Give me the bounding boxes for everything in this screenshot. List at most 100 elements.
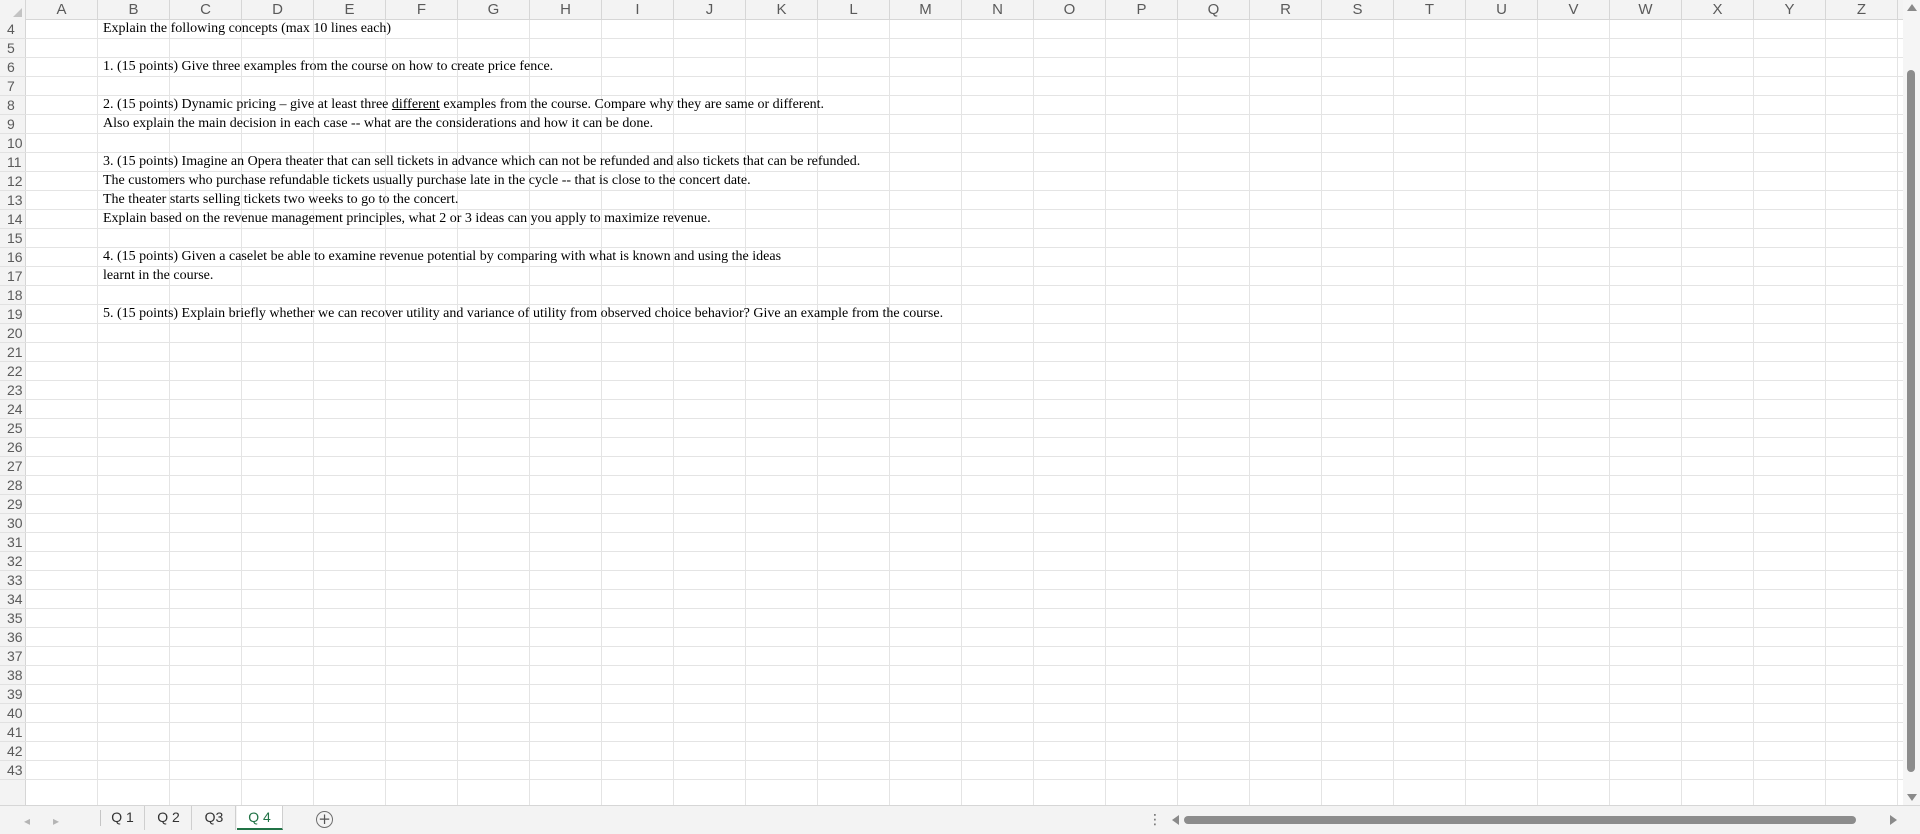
row-header-10[interactable]: 10: [0, 134, 26, 153]
column-header-o[interactable]: O: [1034, 0, 1106, 20]
column-header-z[interactable]: Z: [1826, 0, 1898, 20]
row-header-37[interactable]: 37: [0, 647, 26, 666]
column-header-y[interactable]: Y: [1754, 0, 1826, 20]
row-header-17[interactable]: 17: [0, 267, 26, 286]
cell-b19[interactable]: 5. (15 points) Explain briefly whether w…: [103, 305, 943, 323]
column-header-s[interactable]: S: [1322, 0, 1394, 20]
scroll-right-icon[interactable]: [1890, 815, 1897, 825]
grid-line: [26, 513, 1903, 514]
row-header-24[interactable]: 24: [0, 400, 26, 419]
cell-b9[interactable]: Also explain the main decision in each c…: [103, 115, 653, 133]
column-header-k[interactable]: K: [746, 0, 818, 20]
row-header-13[interactable]: 13: [0, 191, 26, 210]
row-header-34[interactable]: 34: [0, 590, 26, 609]
row-header-11[interactable]: 11: [0, 153, 26, 172]
next-sheet-icon[interactable]: ▸: [53, 814, 59, 828]
row-header-20[interactable]: 20: [0, 324, 26, 343]
row-header-23[interactable]: 23: [0, 381, 26, 400]
column-header-g[interactable]: G: [458, 0, 530, 20]
row-header-22[interactable]: 22: [0, 362, 26, 381]
row-header-14[interactable]: 14: [0, 210, 26, 229]
scroll-down-icon[interactable]: [1907, 794, 1917, 801]
row-header-29[interactable]: 29: [0, 495, 26, 514]
column-header-w[interactable]: W: [1610, 0, 1682, 20]
select-all-corner[interactable]: [0, 0, 26, 20]
cell-b8[interactable]: 2. (15 points) Dynamic pricing – give at…: [103, 96, 824, 114]
cell-b16[interactable]: 4. (15 points) Given a caselet be able t…: [103, 248, 781, 266]
column-header-u[interactable]: U: [1466, 0, 1538, 20]
column-header-h[interactable]: H: [530, 0, 602, 20]
row-header-42[interactable]: 42: [0, 742, 26, 761]
row-header-31[interactable]: 31: [0, 533, 26, 552]
column-header-m[interactable]: M: [890, 0, 962, 20]
row-header-19[interactable]: 19: [0, 305, 26, 324]
row-header-21[interactable]: 21: [0, 343, 26, 362]
column-header-c[interactable]: C: [170, 0, 242, 20]
sheet-tab-q2[interactable]: Q 2: [146, 806, 192, 830]
column-header-b[interactable]: B: [98, 0, 170, 20]
row-header-28[interactable]: 28: [0, 476, 26, 495]
cell-b13[interactable]: The theater starts selling tickets two w…: [103, 191, 458, 209]
column-header-n[interactable]: N: [962, 0, 1034, 20]
row-header-32[interactable]: 32: [0, 552, 26, 571]
spreadsheet-grid[interactable]: ABCDEFGHIJKLMNOPQRSTUVWXYZ 4 5 6 7 8 9 10 11 12 1…: [0, 0, 1903, 805]
cell-b11[interactable]: 3. (15 points) Imagine an Opera theater …: [103, 153, 860, 171]
row-header-38[interactable]: 38: [0, 666, 26, 685]
cell-b14[interactable]: Explain based on the revenue management …: [103, 210, 711, 228]
sheet-tab-q3[interactable]: Q3: [193, 806, 236, 830]
row-header-43[interactable]: 43: [0, 761, 26, 780]
column-header-j[interactable]: J: [674, 0, 746, 20]
column-header-e[interactable]: E: [314, 0, 386, 20]
column-header-p[interactable]: P: [1106, 0, 1178, 20]
column-header-t[interactable]: T: [1394, 0, 1466, 20]
scroll-left-icon[interactable]: [1172, 815, 1179, 825]
grid-line: [26, 608, 1903, 609]
column-header-r[interactable]: R: [1250, 0, 1322, 20]
column-header-f[interactable]: F: [386, 0, 458, 20]
column-header-a[interactable]: A: [26, 0, 98, 20]
row-header-8[interactable]: 8: [0, 96, 26, 115]
row-header-35[interactable]: 35: [0, 609, 26, 628]
column-header-l[interactable]: L: [818, 0, 890, 20]
grid-line: [26, 722, 1903, 723]
vertical-scrollbar[interactable]: [1903, 0, 1920, 805]
sheet-tab-q1[interactable]: Q 1: [101, 806, 145, 830]
row-header-9[interactable]: 9: [0, 115, 26, 134]
row-header-33[interactable]: 33: [0, 571, 26, 590]
column-header-i[interactable]: I: [602, 0, 674, 20]
cell-b17[interactable]: learnt in the course.: [103, 267, 213, 285]
grid-line: [26, 627, 1903, 628]
row-header-25[interactable]: 25: [0, 419, 26, 438]
row-header-41[interactable]: 41: [0, 723, 26, 742]
horizontal-scroll-thumb[interactable]: [1184, 816, 1856, 824]
add-sheet-icon[interactable]: +: [316, 811, 333, 828]
more-options-icon[interactable]: ⋮: [1148, 812, 1162, 828]
prev-sheet-icon[interactable]: ◂: [24, 814, 30, 828]
row-header-36[interactable]: 36: [0, 628, 26, 647]
row-header-18[interactable]: 18: [0, 286, 26, 305]
cell-b6[interactable]: 1. (15 points) Give three examples from …: [103, 58, 553, 76]
row-header-16[interactable]: 16: [0, 248, 26, 267]
row-header-30[interactable]: 30: [0, 514, 26, 533]
vertical-scroll-thumb[interactable]: [1907, 70, 1915, 772]
cell-area[interactable]: Explain the following concepts (max 10 l…: [26, 20, 1903, 805]
cell-b4[interactable]: Explain the following concepts (max 10 l…: [103, 20, 391, 38]
cell-b12[interactable]: The customers who purchase refundable ti…: [103, 172, 751, 190]
row-header-12[interactable]: 12: [0, 172, 26, 191]
row-header-26[interactable]: 26: [0, 438, 26, 457]
row-header-5[interactable]: 5: [0, 39, 26, 58]
row-header-7[interactable]: 7: [0, 77, 26, 96]
row-header-6[interactable]: 6: [0, 58, 26, 77]
sheet-tab-q4[interactable]: Q 4: [237, 806, 283, 830]
row-header-27[interactable]: 27: [0, 457, 26, 476]
column-header-v[interactable]: V: [1538, 0, 1610, 20]
row-header-40[interactable]: 40: [0, 704, 26, 723]
row-header-39[interactable]: 39: [0, 685, 26, 704]
select-all-triangle-icon: [13, 8, 22, 17]
scroll-up-icon[interactable]: [1907, 4, 1917, 11]
row-header-4[interactable]: 4: [0, 20, 26, 39]
row-header-15[interactable]: 15: [0, 229, 26, 248]
column-header-d[interactable]: D: [242, 0, 314, 20]
column-header-q[interactable]: Q: [1178, 0, 1250, 20]
column-header-x[interactable]: X: [1682, 0, 1754, 20]
